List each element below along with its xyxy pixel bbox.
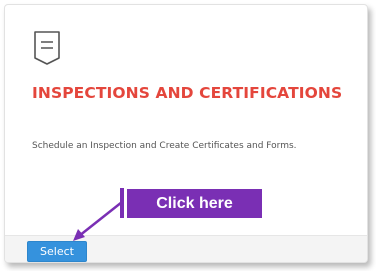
card-title: INSPECTIONS AND CERTIFICATIONS <box>32 84 343 102</box>
card-description: Schedule an Inspection and Create Certif… <box>32 141 297 151</box>
page: INSPECTIONS AND CERTIFICATIONS Schedule … <box>0 0 376 271</box>
click-here-callout: Click here <box>127 189 262 218</box>
form-document-icon <box>34 31 60 65</box>
inspections-card: INSPECTIONS AND CERTIFICATIONS Schedule … <box>4 4 368 263</box>
callout-arrow-icon <box>73 200 124 241</box>
